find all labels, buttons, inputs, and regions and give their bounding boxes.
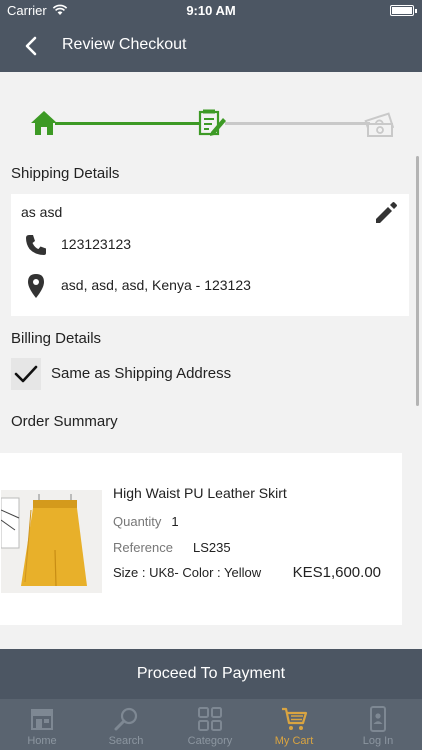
payment-money-step-icon (364, 112, 394, 137)
billing-section-title: Billing Details (11, 330, 102, 347)
reference-row: Reference LS235 (113, 540, 231, 555)
back-arrow-icon[interactable] (18, 32, 46, 60)
battery-icon (390, 5, 417, 16)
size-color: Size : UK8- Color : Yellow (113, 565, 262, 580)
store-icon (31, 709, 53, 730)
scrollbar[interactable] (416, 156, 419, 406)
shipping-phone: 123123123 (61, 236, 132, 252)
nav-bar: Review Checkout (0, 22, 422, 72)
tab-my-cart-label: My Cart (274, 735, 314, 747)
product-price: KES1,600.00 (292, 564, 381, 581)
edit-form-step-icon (198, 109, 226, 136)
tab-category[interactable]: Category (168, 699, 252, 750)
quantity-value: 1 (171, 514, 179, 529)
product-name: High Waist PU Leather Skirt (113, 485, 287, 501)
shipping-address: asd, asd, asd, Kenya - 123123 (61, 277, 251, 293)
page-title: Review Checkout (62, 36, 187, 53)
phone-icon (26, 235, 46, 255)
home-step-icon (31, 111, 57, 135)
same-as-shipping-row[interactable]: Same as Shipping Address (11, 358, 409, 390)
quantity-label: Quantity (113, 514, 162, 529)
order-item-card[interactable]: High Waist PU Leather Skirt Quantity 1 Re… (0, 453, 402, 625)
step-progress-pending (225, 122, 370, 125)
reference-value: LS235 (192, 540, 231, 555)
location-pin-icon (28, 274, 44, 298)
grid-icon (198, 707, 222, 731)
tab-my-cart[interactable]: My Cart (252, 699, 336, 750)
status-bar: Carrier 9:10 AM (0, 0, 422, 22)
tab-home[interactable]: Home (0, 699, 84, 750)
checkmark-icon (14, 365, 38, 383)
shipping-section-title: Shipping Details (11, 165, 120, 182)
tab-log-in-label: Log In (362, 735, 394, 747)
product-image (1, 490, 102, 593)
tab-log-in[interactable]: Log In (336, 699, 420, 750)
reference-label: Reference (113, 540, 173, 555)
same-as-shipping-checkbox[interactable] (11, 358, 41, 390)
shipping-name: as asd (21, 204, 63, 220)
order-summary-title: Order Summary (11, 413, 118, 430)
search-icon (114, 707, 138, 731)
cart-icon (282, 707, 308, 730)
shipping-card: as asd 123123123 asd, asd, asd, Kenya - … (11, 194, 409, 316)
proceed-to-payment-button[interactable]: Proceed To Payment (0, 649, 422, 699)
checkout-stepper (0, 102, 422, 142)
clock: 9:10 AM (186, 3, 236, 18)
step-progress-complete (55, 122, 200, 125)
tab-home-label: Home (27, 735, 57, 747)
quantity-row: Quantity 1 (113, 514, 179, 529)
tab-category-label: Category (187, 735, 233, 747)
same-as-shipping-label: Same as Shipping Address (51, 365, 232, 382)
user-phone-icon (370, 706, 386, 732)
pencil-edit-icon[interactable] (373, 200, 399, 226)
checkout-content[interactable]: Shipping Details as asd 123123123 asd, a… (0, 72, 422, 649)
tab-search[interactable]: Search (84, 699, 168, 750)
tab-bar: Home Search Category My Cart Log In (0, 699, 422, 750)
tab-search-label: Search (108, 735, 144, 747)
